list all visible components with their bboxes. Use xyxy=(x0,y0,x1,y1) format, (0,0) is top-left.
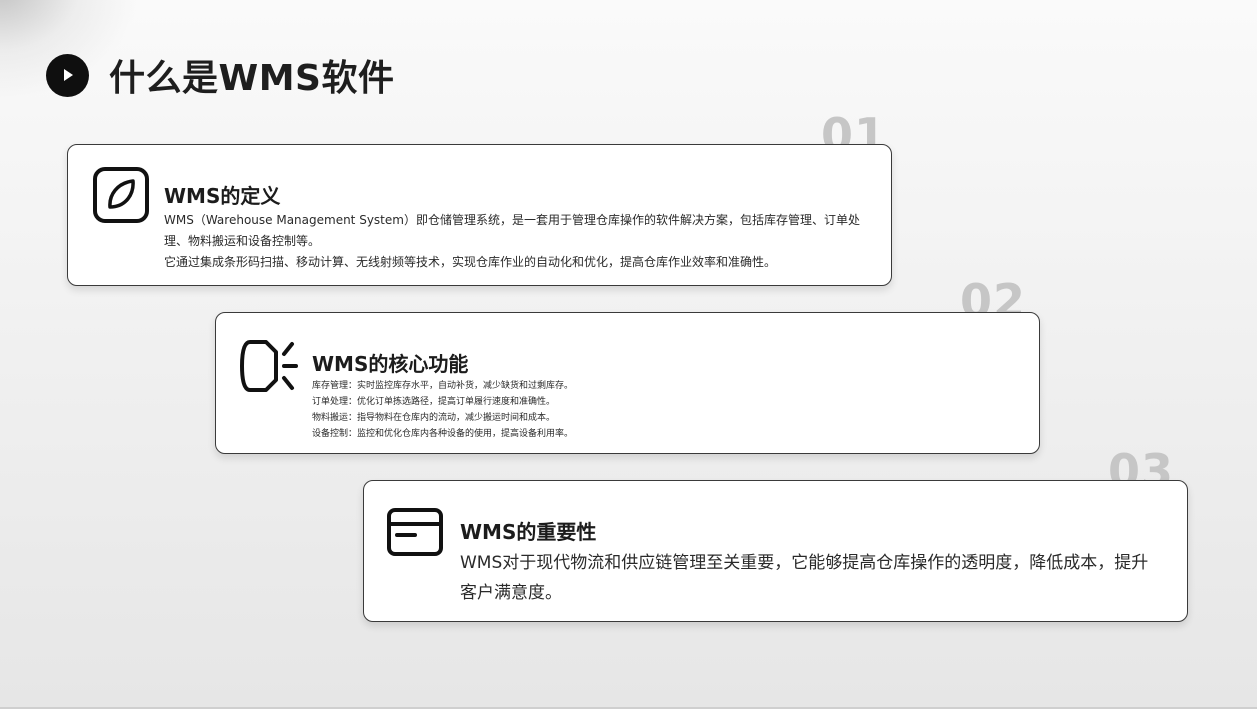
card-paragraph: WMS（Warehouse Management System）即仓储管理系统，… xyxy=(164,213,860,248)
card-paragraph: WMS对于现代物流和供应链管理至关重要，它能够提高仓库操作的透明度，降低成本，提… xyxy=(460,553,1149,603)
card-definition: WMS的定义 WMS（Warehouse Management System）即… xyxy=(67,144,892,286)
leaf-icon xyxy=(93,167,149,227)
play-icon xyxy=(46,53,89,97)
card-core-functions: WMS的核心功能 库存管理：实时监控库存水平，自动补货，减少缺货和过剩库存。 订… xyxy=(215,312,1040,454)
card-paragraph: 订单处理：优化订单拣选路径，提高订单履行速度和准确性。 xyxy=(312,397,556,407)
card-title: WMS的定义 xyxy=(164,184,281,208)
speaker-icon xyxy=(240,338,300,398)
card-paragraph: 库存管理：实时监控库存水平，自动补货，减少缺货和过剩库存。 xyxy=(312,381,574,391)
page-title: 什么是WMS软件 xyxy=(109,58,395,99)
title-row: 什么是WMS软件 xyxy=(46,52,395,99)
card-paragraph: 它通过集成条形码扫描、移动计算、无线射频等技术，实现仓库作业的自动化和优化，提高… xyxy=(164,255,777,269)
card-paragraph: 设备控制：监控和优化仓库内各种设备的使用，提高设备利用率。 xyxy=(312,429,574,439)
card-body: 库存管理：实时监控库存水平，自动补货，减少缺货和过剩库存。 订单处理：优化订单拣… xyxy=(312,378,612,442)
card-body: WMS（Warehouse Management System）即仓储管理系统，… xyxy=(164,210,864,273)
card-body: WMS对于现代物流和供应链管理至关重要，它能够提高仓库操作的透明度，降低成本，提… xyxy=(460,548,1160,608)
card-title: WMS的重要性 xyxy=(460,520,597,544)
credit-card-icon xyxy=(387,508,443,560)
card-paragraph: 物料搬运：指导物料在仓库内的流动，减少搬运时间和成本。 xyxy=(312,413,556,423)
card-importance: WMS的重要性 WMS对于现代物流和供应链管理至关重要，它能够提高仓库操作的透明… xyxy=(363,480,1188,622)
card-title: WMS的核心功能 xyxy=(312,352,469,376)
